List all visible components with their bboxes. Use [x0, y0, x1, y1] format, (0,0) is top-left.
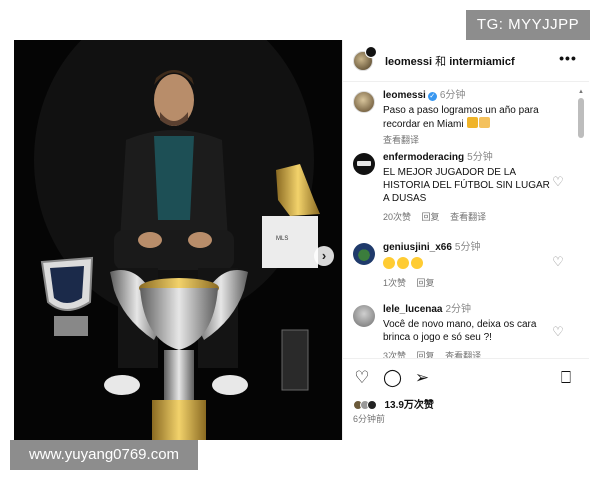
- svg-text:MLS: MLS: [276, 236, 288, 242]
- scroll-up-icon[interactable]: ▲: [577, 88, 585, 96]
- share-icon[interactable]: ➢: [413, 369, 431, 387]
- post-header: leomessi 和 intermiamicf •••: [343, 40, 589, 82]
- likes-count[interactable]: 13.9万次赞: [384, 400, 433, 411]
- caption-time: 6分钟: [439, 90, 466, 101]
- smile-emoji-icon: [479, 117, 491, 128]
- heart-icon[interactable]: ♡: [551, 325, 565, 339]
- post-footer: ♡ ◯ ➢ ⎕ 13.9万次赞 6分钟前: [343, 358, 589, 440]
- post-author[interactable]: leomessi 和 intermiamicf: [385, 53, 515, 69]
- translate-link[interactable]: 查看翻译: [450, 212, 486, 222]
- caption-text: Paso a paso logramos un año para recorda…: [383, 105, 539, 130]
- comment-time: 5分钟: [454, 242, 481, 253]
- post-photo-illustration: MLS: [14, 40, 342, 440]
- author-conjunction: 和: [435, 56, 447, 68]
- likes-row[interactable]: 13.9万次赞: [353, 395, 434, 411]
- avatar: [367, 400, 377, 410]
- verified-icon: ✓: [427, 92, 437, 101]
- heart-icon[interactable]: ♡: [551, 255, 565, 269]
- scrollbar-thumb[interactable]: [578, 98, 584, 138]
- avatar[interactable]: [353, 305, 375, 327]
- post-side-panel: leomessi 和 intermiamicf ••• leomessi ✓ 6分钟…: [342, 40, 589, 440]
- translate-link[interactable]: 查看翻译: [383, 135, 419, 145]
- comment-text: Você de novo mano, deixa os cara brinca …: [383, 319, 537, 343]
- comment-text: EL MEJOR JUGADOR DE LA HISTORIA DEL FÚTB…: [383, 167, 550, 204]
- post-photo[interactable]: MLS ›: [14, 40, 342, 440]
- list-item: geniusjini_x66 5分钟 1次赞 回复 ♡: [343, 241, 575, 289]
- more-horizontal-icon[interactable]: •••: [557, 50, 579, 70]
- avatar[interactable]: [353, 153, 375, 175]
- comment-likes[interactable]: 20次赞: [383, 212, 411, 222]
- smile-emoji-icon: [397, 257, 409, 269]
- reply-button[interactable]: 回复: [422, 212, 440, 222]
- list-item: enfermoderacing 5分钟 EL MEJOR JUGADOR DE L…: [343, 151, 575, 229]
- comment-username[interactable]: enfermoderacing: [383, 152, 464, 163]
- caption-item: leomessi ✓ 6分钟 Paso a paso logramos un año…: [343, 89, 575, 145]
- comments-list[interactable]: leomessi ✓ 6分钟 Paso a paso logramos un año…: [343, 83, 589, 395]
- comment-username[interactable]: lele_lucenaa: [383, 304, 442, 315]
- smile-emoji-icon: [383, 257, 395, 269]
- heart-icon[interactable]: ♡: [551, 175, 565, 189]
- comment-icon[interactable]: ◯: [383, 369, 402, 387]
- avatar[interactable]: [353, 91, 375, 113]
- comment-time: 2分钟: [445, 304, 472, 315]
- url-watermark: www.yuyang0769.com: [10, 440, 198, 470]
- post-timestamp: 6分钟前: [353, 414, 386, 424]
- tg-watermark: TG: MYYJJPP: [466, 10, 590, 40]
- comment-username[interactable]: geniusjini_x66: [383, 242, 452, 253]
- scrollbar[interactable]: ▲ ▼: [577, 88, 585, 388]
- comment-emojis: [383, 257, 555, 271]
- trophy-emoji-icon: [467, 117, 479, 128]
- comment-likes[interactable]: 1次赞: [383, 278, 406, 288]
- heart-icon[interactable]: ♡: [353, 369, 371, 387]
- caption-username[interactable]: leomessi: [383, 90, 426, 101]
- bookmark-icon[interactable]: ⎕: [557, 369, 575, 387]
- smile-emoji-icon: [411, 257, 423, 269]
- next-photo-button[interactable]: ›: [314, 246, 334, 266]
- collab-username[interactable]: intermiamicf: [449, 56, 514, 68]
- avatar[interactable]: [353, 243, 375, 265]
- reply-button[interactable]: 回复: [417, 278, 435, 288]
- collab-avatar[interactable]: [365, 46, 377, 58]
- author-username[interactable]: leomessi: [385, 56, 432, 68]
- comment-time: 5分钟: [467, 152, 493, 163]
